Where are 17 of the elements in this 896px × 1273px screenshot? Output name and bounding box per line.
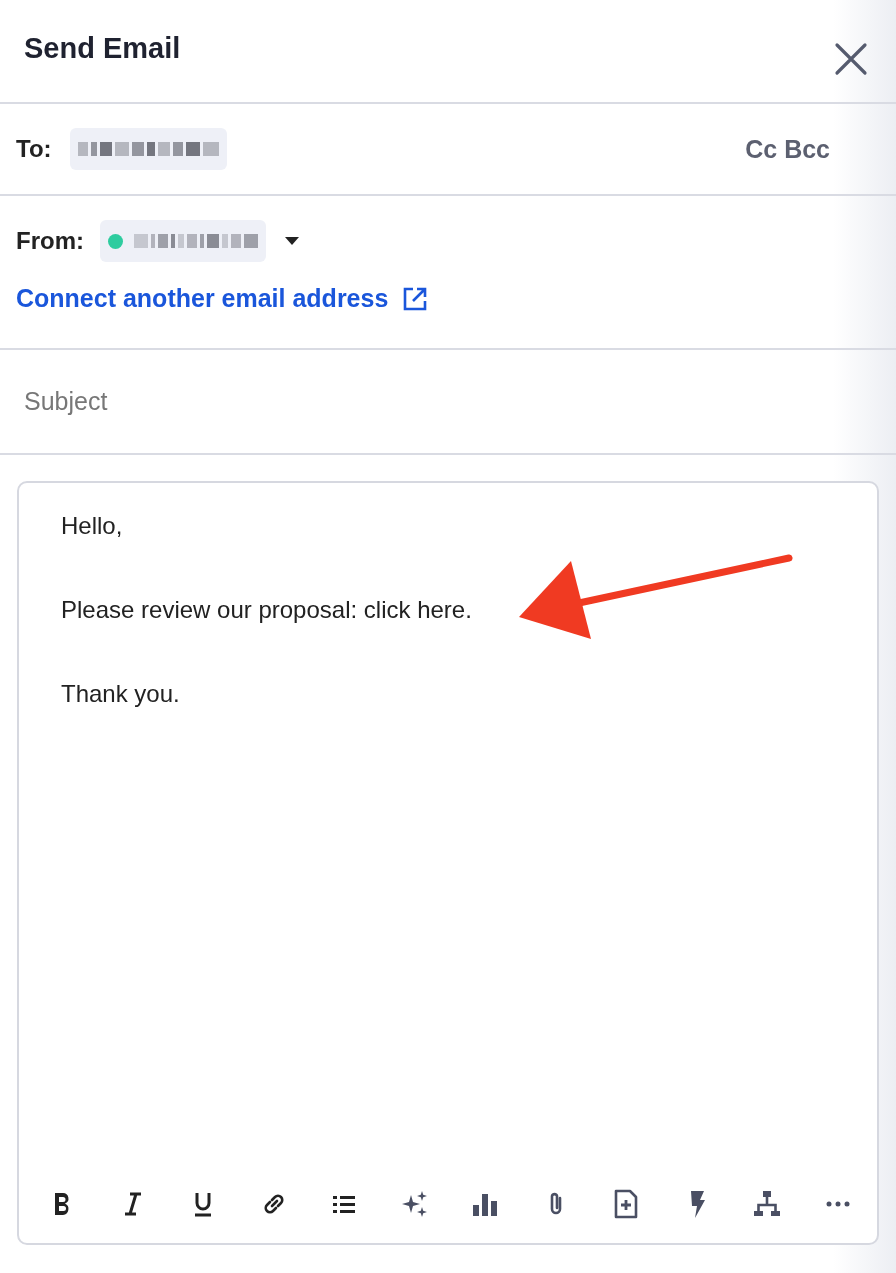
tree-icon[interactable] — [752, 1189, 783, 1219]
window-title: Send Email — [24, 32, 181, 65]
to-label: To: — [16, 135, 52, 163]
sender-select[interactable] — [100, 220, 266, 262]
connect-email-link[interactable]: Connect another email address — [16, 284, 429, 313]
from-label: From: — [16, 227, 84, 255]
message-paragraph: Please review our proposal: click here. — [61, 595, 472, 625]
caret-icon[interactable] — [284, 236, 300, 246]
status-dot — [108, 233, 123, 249]
cc-bcc-link[interactable]: Cc Bcc — [745, 134, 830, 164]
message-paragraph: Thank you. — [61, 679, 180, 709]
close-icon[interactable] — [834, 42, 868, 76]
message-paragraph: Hello, — [61, 511, 123, 541]
subject-field[interactable]: Subject — [24, 387, 424, 416]
recipient-chip[interactable] — [69, 128, 227, 170]
message-editor[interactable]: Hello, Please review our proposal: click here. Thank you. — [17, 481, 879, 1245]
external-link-icon[interactable] — [402, 285, 429, 312]
